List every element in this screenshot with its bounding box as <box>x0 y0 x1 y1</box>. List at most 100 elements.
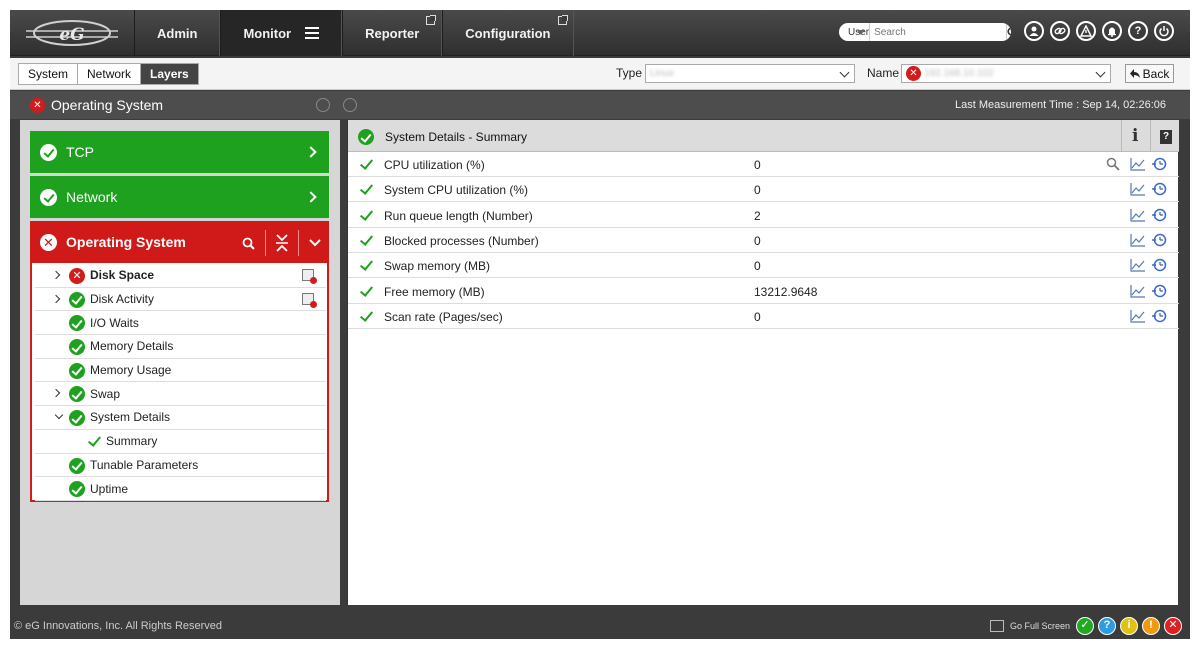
test-uptime[interactable]: Uptime <box>35 477 326 501</box>
settings-icon[interactable] <box>343 98 357 112</box>
test-memory-details[interactable]: Memory Details <box>35 335 326 359</box>
history-icon[interactable] <box>1151 208 1167 225</box>
collapse-all-icon[interactable] <box>276 234 288 252</box>
chevron-right-icon[interactable] <box>51 389 61 398</box>
nav-reporter[interactable]: Reporter <box>342 10 443 56</box>
status-critical-icon[interactable]: ✕ <box>1164 617 1182 635</box>
measure-value: 0 <box>754 158 761 172</box>
graph-icon[interactable] <box>1130 309 1146 326</box>
alarm-status-summary: ✓? i! ✕ <box>1076 617 1182 635</box>
search-input[interactable] <box>870 24 1007 40</box>
eg-logo[interactable]: eG <box>24 18 120 48</box>
test-detail-icon[interactable] <box>302 269 317 284</box>
type-label: Type <box>616 66 643 80</box>
tab-system[interactable]: System <box>19 64 79 84</box>
test-swap[interactable]: Swap <box>35 382 326 407</box>
alert-triangle-icon[interactable] <box>1076 21 1096 41</box>
full-screen-label: Go Full Screen <box>1010 621 1071 631</box>
link-icon[interactable] <box>1050 21 1070 41</box>
info-icon[interactable]: i <box>1132 126 1138 146</box>
help-icon[interactable]: ? <box>1128 21 1148 41</box>
test-label: Disk Space <box>90 268 155 283</box>
graph-icon[interactable] <box>1130 157 1146 174</box>
full-screen-button[interactable]: Go Full Screen <box>990 620 1070 632</box>
check-icon <box>359 307 374 322</box>
status-major-icon[interactable]: ! <box>1142 617 1160 635</box>
test-label: Swap <box>90 386 121 401</box>
details-title: System Details - Summary <box>385 130 528 144</box>
chevron-right-icon[interactable] <box>51 270 61 280</box>
history-icon[interactable] <box>1151 157 1167 174</box>
divider <box>1150 120 1151 152</box>
search-button[interactable] <box>1006 23 1011 41</box>
divider <box>1121 120 1122 152</box>
nav-monitor[interactable]: Monitor <box>220 10 343 56</box>
chevron-right-icon[interactable] <box>51 294 61 303</box>
chevron-down-icon[interactable] <box>309 239 321 247</box>
copyright: © eG Innovations, Inc. All Rights Reserv… <box>14 620 223 632</box>
layer-network[interactable]: Network <box>30 176 329 218</box>
test-detail-icon[interactable] <box>302 292 317 308</box>
graph-icon[interactable] <box>1130 208 1146 225</box>
test-tunable-parameters[interactable]: Tunable Parameters <box>35 454 326 478</box>
measure-name: CPU utilization (%) <box>384 158 485 172</box>
status-normal-icon[interactable]: ✓ <box>1076 617 1094 635</box>
test-memory-usage[interactable]: Memory Usage <box>35 359 326 383</box>
history-icon[interactable] <box>1151 309 1167 326</box>
graph-icon[interactable] <box>1130 182 1146 199</box>
test-system-details[interactable]: System Details <box>35 406 326 430</box>
alarm-icon[interactable] <box>316 98 330 112</box>
back-button[interactable]: Back <box>1125 64 1174 83</box>
search-box: User <box>839 23 1011 41</box>
test-i-o-waits[interactable]: I/O Waits <box>35 311 326 336</box>
name-select[interactable]: ✕ 192.168.10.102 <box>901 64 1111 83</box>
nav-label: Reporter <box>365 25 420 41</box>
history-icon[interactable] <box>1151 258 1167 275</box>
bell-icon[interactable] <box>1102 21 1122 41</box>
menu-icon[interactable] <box>305 24 320 42</box>
status-minor-icon[interactable]: i <box>1120 617 1138 635</box>
error-status-icon: ✕ <box>40 234 57 251</box>
user-icon[interactable] <box>1024 21 1044 41</box>
nav-configuration[interactable]: Configuration <box>442 10 574 56</box>
history-icon[interactable] <box>1151 233 1167 250</box>
view-tabs: System Network Layers <box>18 63 199 85</box>
measure-name: Free memory (MB) <box>384 284 485 299</box>
filter-bar: System Network Layers Type Linux Name ✕ 19… <box>10 58 1190 90</box>
history-icon[interactable] <box>1151 284 1167 301</box>
help-icon[interactable]: ? <box>1160 130 1172 144</box>
power-icon[interactable] <box>1154 21 1174 41</box>
check-icon <box>359 206 374 221</box>
test-label: Disk Activity <box>90 292 155 307</box>
type-select[interactable]: Linux <box>645 64 855 83</box>
ok-status-icon <box>69 386 85 403</box>
layer-label: Operating System <box>66 234 186 250</box>
search-icon[interactable] <box>242 237 255 250</box>
check-icon <box>359 232 374 246</box>
chevron-right-icon <box>305 146 317 158</box>
details-panel: System Details - Summary i ? CPU utiliza… <box>347 120 1179 605</box>
search-scope-select[interactable]: User <box>839 23 871 41</box>
graph-icon[interactable] <box>1130 258 1146 275</box>
test-summary[interactable]: Summary <box>35 430 326 454</box>
graph-icon[interactable] <box>1130 233 1146 250</box>
main-nav: Admin Monitor Reporter Configuration <box>134 10 574 56</box>
fullscreen-icon <box>990 620 1004 632</box>
nav-admin[interactable]: Admin <box>134 10 221 56</box>
history-icon[interactable] <box>1151 182 1167 199</box>
measure-value: 0 <box>754 259 761 274</box>
layer-tcp[interactable]: TCP <box>30 131 329 173</box>
ok-status-icon <box>69 291 85 308</box>
test-disk-activity[interactable]: Disk Activity <box>35 288 326 312</box>
nav-label: Configuration <box>465 25 551 41</box>
graph-icon[interactable] <box>1130 284 1146 301</box>
layer-operating-system[interactable]: ✕ Operating System <box>30 221 329 263</box>
test-disk-space[interactable]: ✕ Disk Space <box>35 264 326 288</box>
chevron-down-icon[interactable] <box>54 410 64 420</box>
test-label: Memory Details <box>90 339 174 354</box>
search-icon[interactable] <box>1106 157 1120 174</box>
tab-network[interactable]: Network <box>78 64 142 84</box>
status-info-icon[interactable]: ? <box>1098 617 1116 635</box>
test-label: Tunable Parameters <box>90 457 199 472</box>
tab-layers[interactable]: Layers <box>141 64 198 84</box>
